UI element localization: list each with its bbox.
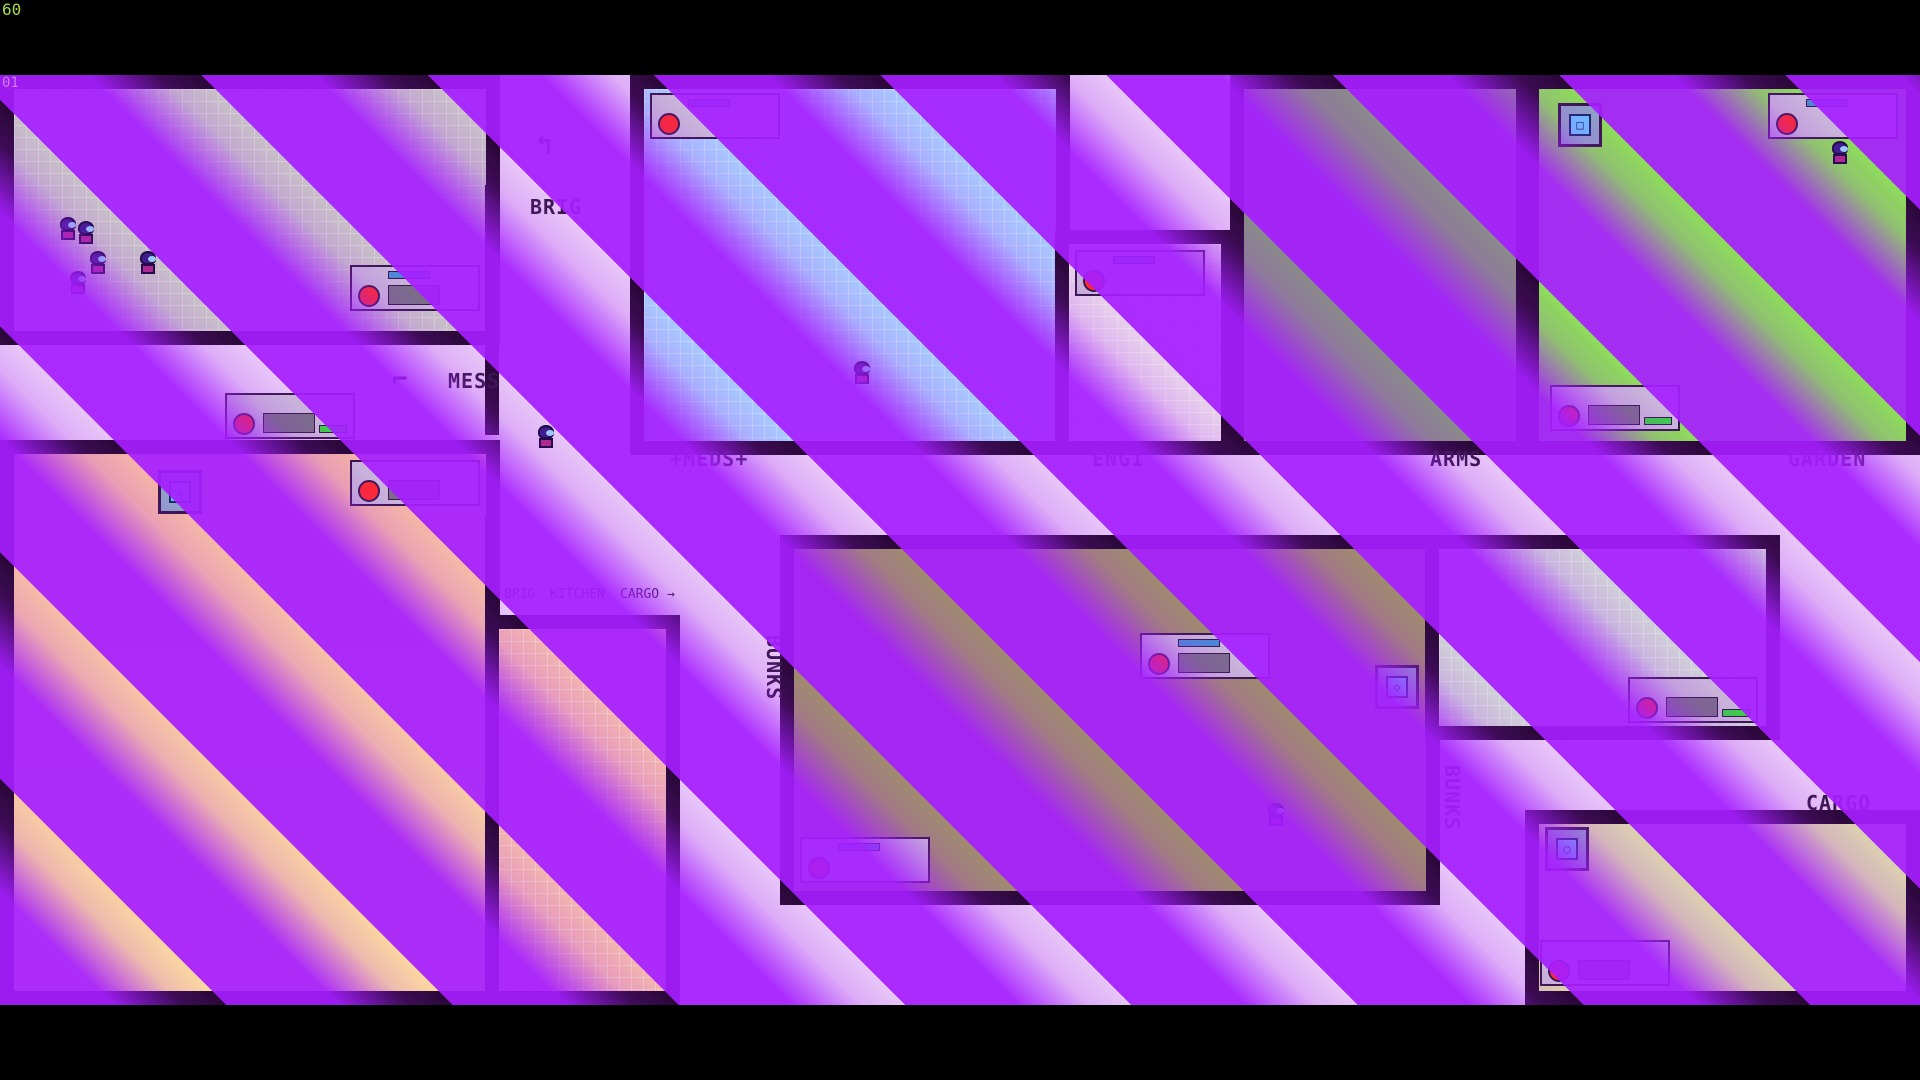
- screen-icon: [388, 285, 440, 305]
- teleport-icon: □: [1569, 114, 1591, 136]
- status-bar-icon: [388, 271, 430, 279]
- console-station[interactable]: [650, 93, 780, 139]
- alarm-button-icon: [1558, 405, 1580, 427]
- crew-member[interactable]: [1830, 141, 1850, 165]
- room-label-eng: ENG1: [1092, 447, 1145, 471]
- room-arms[interactable]: [1230, 75, 1530, 455]
- alarm-button-icon: [1148, 653, 1170, 675]
- signpost-kitchen: KITCHEN: [550, 587, 605, 602]
- teleport-pad[interactable]: ◇: [1375, 665, 1419, 709]
- fps-counter: 60: [2, 0, 22, 19]
- teleport-icon: ◇: [1386, 676, 1408, 698]
- alarm-button-icon: [1083, 270, 1105, 292]
- console-station[interactable]: [800, 837, 930, 883]
- console-station[interactable]: [1768, 93, 1898, 139]
- screen-icon: [1178, 653, 1230, 673]
- alarm-button-icon: [233, 413, 255, 435]
- teleport-pad[interactable]: □: [1558, 103, 1602, 147]
- alarm-button-icon: [358, 285, 380, 307]
- corner-tag: 01: [2, 75, 19, 91]
- alarm-button-icon: [1776, 113, 1798, 135]
- status-bar-icon: [319, 425, 347, 433]
- status-bar-icon: [838, 843, 880, 851]
- status-bar-icon: [688, 99, 730, 107]
- signpost-brig: BRIG: [504, 587, 536, 602]
- direction-arrow-icon: ⌐: [392, 365, 408, 395]
- status-bar-icon: [1113, 256, 1155, 264]
- room-label-bunks-right: BUNKS: [1440, 765, 1464, 831]
- crew-member[interactable]: [88, 251, 108, 275]
- room-label-brig: BRIG: [530, 195, 583, 219]
- crew-member[interactable]: [536, 425, 556, 449]
- crew-member[interactable]: [1266, 803, 1286, 827]
- crew-member[interactable]: [68, 271, 88, 295]
- screen-icon: [1666, 697, 1718, 717]
- signpost-cargo: CARGO →: [620, 587, 675, 602]
- direction-arrow-icon: ↰: [536, 131, 552, 161]
- crew-member[interactable]: [138, 251, 158, 275]
- console-station[interactable]: [350, 460, 480, 506]
- room-label-cargo: CARGO: [1806, 791, 1872, 815]
- alarm-button-icon: [658, 113, 680, 135]
- room-label-garden: GARDEN: [1788, 447, 1867, 471]
- room-kitchen[interactable]: [485, 615, 680, 1005]
- console-station[interactable]: [1628, 677, 1758, 723]
- status-bar-icon: [1722, 709, 1750, 717]
- wall-segment: [135, 440, 500, 454]
- room-label-bunks-left: BUNKS: [762, 635, 786, 701]
- wall-segment: [485, 515, 499, 835]
- screen-icon: [388, 480, 440, 500]
- screen-icon: [1578, 960, 1630, 980]
- status-bar-icon: [1644, 417, 1672, 425]
- wall-segment: [485, 185, 499, 435]
- status-bar-icon: [1178, 639, 1220, 647]
- screen-icon: [263, 413, 315, 433]
- alarm-button-icon: [358, 480, 380, 502]
- console-station[interactable]: [350, 265, 480, 311]
- room-label-arms: ARMS: [1430, 447, 1483, 471]
- console-station[interactable]: [1075, 250, 1205, 296]
- teleport-pad[interactable]: ↺: [158, 470, 202, 514]
- crew-member[interactable]: [852, 361, 872, 385]
- room-label-mess: MESS: [448, 369, 501, 393]
- console-station[interactable]: [1550, 385, 1680, 431]
- teleport-icon: ○: [1556, 838, 1578, 860]
- console-station[interactable]: [225, 393, 355, 439]
- room-mess[interactable]: [0, 440, 500, 1005]
- teleport-icon: ↺: [169, 481, 191, 503]
- alarm-button-icon: [1548, 960, 1570, 982]
- crew-member[interactable]: [76, 221, 96, 245]
- status-bar-icon: [1806, 99, 1848, 107]
- console-station[interactable]: [1540, 940, 1670, 986]
- console-station[interactable]: [1140, 633, 1270, 679]
- room-label-meds: +MEDS+: [670, 447, 749, 471]
- alarm-button-icon: [808, 857, 830, 879]
- ship-map[interactable]: BRIG MESS +MEDS+ ENG1 ARMS GARDEN BUNKS …: [0, 75, 1920, 1005]
- screen-icon: [1588, 405, 1640, 425]
- alarm-button-icon: [1636, 697, 1658, 719]
- teleport-pad[interactable]: ○: [1545, 827, 1589, 871]
- crew-member[interactable]: [58, 217, 78, 241]
